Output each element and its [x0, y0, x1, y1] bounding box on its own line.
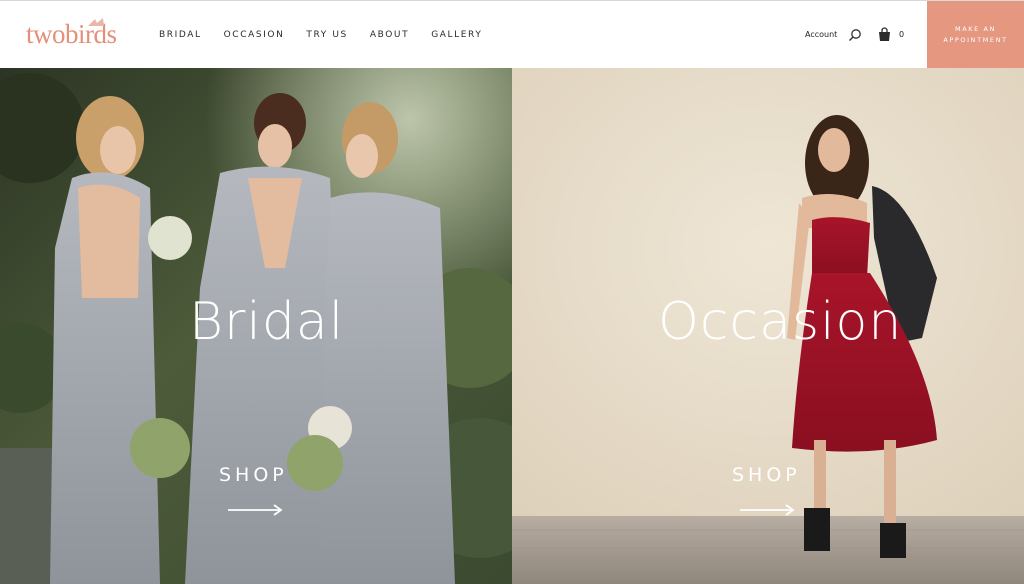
bridal-title: Bridal	[189, 292, 345, 352]
nav-item-try-us[interactable]: TRY US	[306, 28, 347, 42]
nav-item-bridal[interactable]: BRIDAL	[159, 28, 202, 42]
occasion-shop-link[interactable]: SHOP	[732, 464, 801, 486]
arrow-right-icon[interactable]	[740, 504, 796, 516]
nav-item-gallery[interactable]: GALLERY	[431, 28, 482, 42]
cta-line-2: APPOINTMENT	[943, 36, 1008, 44]
cart-count: 0	[899, 30, 905, 39]
account-link[interactable]: Account	[805, 30, 837, 39]
make-appointment-button[interactable]: MAKE AN APPOINTMENT	[927, 1, 1024, 69]
cart-icon[interactable]	[877, 27, 892, 42]
logo-text-two: two	[26, 19, 66, 49]
site-header: twobirds BRIDAL OCCASION TRY US ABOUT GA…	[0, 0, 1024, 69]
main-nav: BRIDAL OCCASION TRY US ABOUT GALLERY	[159, 28, 504, 42]
hero-bridal[interactable]: Bridal SHOP	[0, 68, 512, 584]
bridal-shop-link[interactable]: SHOP	[219, 464, 288, 486]
occasion-title: Occasion	[658, 292, 903, 352]
hero-occasion[interactable]: Occasion SHOP	[512, 68, 1024, 584]
cta-line-1: MAKE AN	[955, 25, 996, 33]
search-icon[interactable]	[848, 28, 862, 42]
logo-birds-icon	[88, 18, 104, 26]
arrow-right-icon[interactable]	[228, 504, 284, 516]
nav-item-occasion[interactable]: OCCASION	[224, 28, 285, 42]
nav-item-about[interactable]: ABOUT	[370, 28, 409, 42]
